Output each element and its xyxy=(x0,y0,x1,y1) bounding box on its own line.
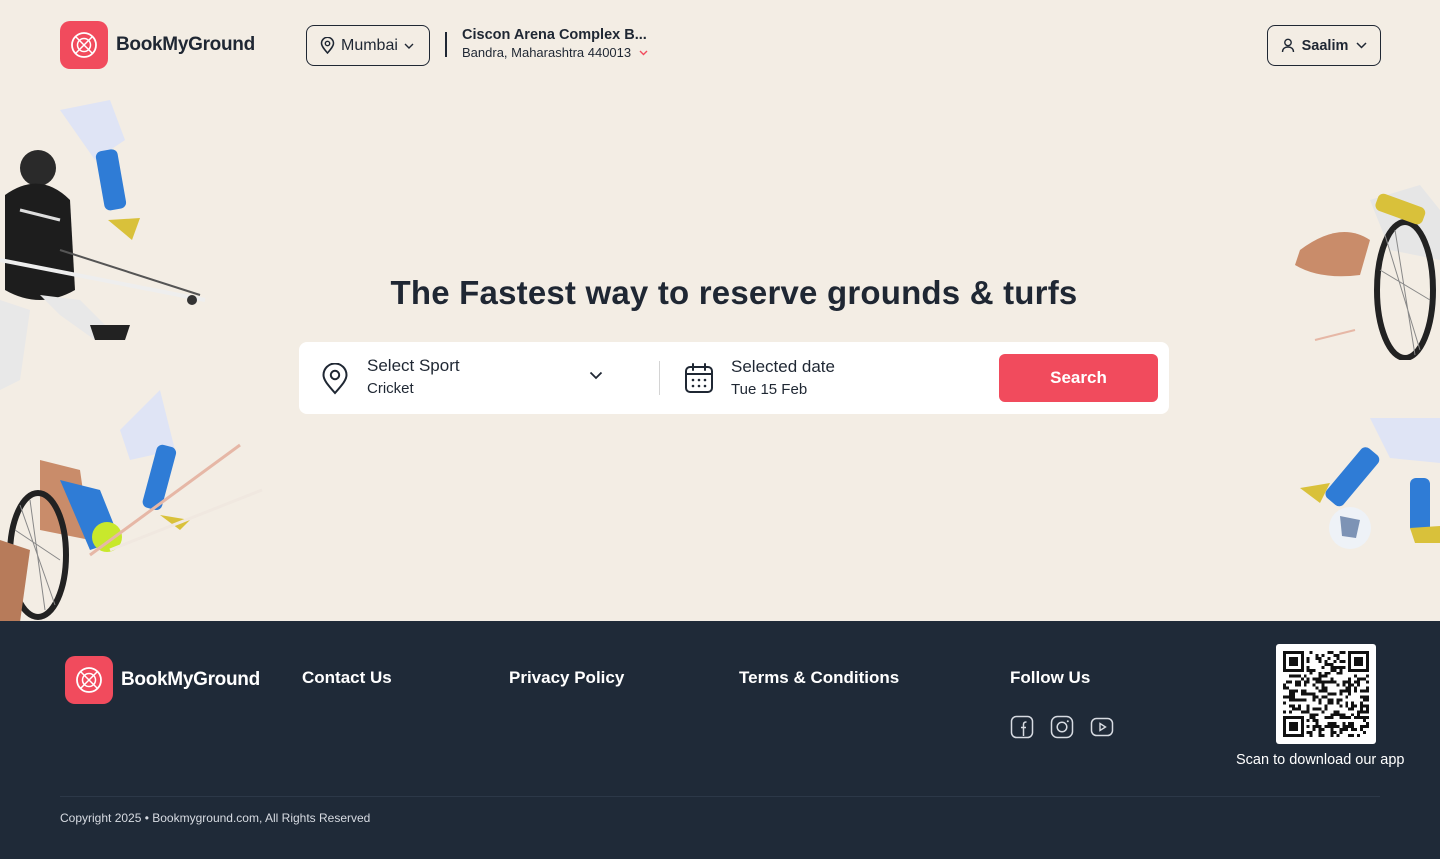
map-pin-icon xyxy=(320,37,335,54)
chevron-down-icon xyxy=(639,50,648,55)
youtube-icon[interactable] xyxy=(1090,715,1114,739)
date-label: Selected date xyxy=(731,357,835,376)
terms-conditions-link[interactable]: Terms & Conditions xyxy=(739,668,899,688)
football-player-illustration xyxy=(1300,418,1440,549)
user-menu-button[interactable]: Saalim xyxy=(1267,25,1381,66)
footer: BookMyGround Contact Us Privacy Policy T… xyxy=(0,621,1440,859)
chevron-down-icon xyxy=(1356,42,1367,49)
logo-mark-icon xyxy=(60,21,108,69)
footer-brand-name: BookMyGround xyxy=(121,669,260,690)
tennis-player-right-illustration xyxy=(1295,185,1440,360)
sport-label: Select Sport xyxy=(367,356,460,375)
sport-texts: Select Sport Cricket xyxy=(367,356,460,397)
hero-title: The Fastest way to reserve grounds & tur… xyxy=(390,274,1078,311)
venue-name: Ciscon Arena Complex B... xyxy=(462,27,647,43)
header-divider xyxy=(445,32,447,57)
chevron-down-icon xyxy=(589,371,603,380)
facebook-icon[interactable] xyxy=(1010,715,1034,739)
social-links xyxy=(1010,715,1114,739)
chevron-down-icon xyxy=(404,43,414,49)
date-value: Tue 15 Feb xyxy=(731,381,808,398)
sport-value: Cricket xyxy=(367,380,414,397)
venue-address: Bandra, Maharashtra 440013 xyxy=(462,45,632,60)
footer-brand-logo[interactable]: BookMyGround xyxy=(65,656,260,704)
user-icon xyxy=(1281,38,1294,53)
venue-address-row: Bandra, Maharashtra 440013 xyxy=(462,45,648,60)
search-card: Select Sport Cricket Selected date Tue 1… xyxy=(299,342,1169,414)
privacy-policy-link[interactable]: Privacy Policy xyxy=(509,668,624,688)
app-download-qr-code xyxy=(1276,644,1376,744)
sport-select[interactable]: Select Sport Cricket xyxy=(299,342,629,414)
qr-caption: Scan to download our app xyxy=(1236,752,1405,768)
hockey-player-illustration xyxy=(0,100,206,390)
copyright-text: Copyright 2025 • Bookmyground.com, All R… xyxy=(60,811,371,825)
city-label: Mumbai xyxy=(341,36,398,54)
user-name: Saalim xyxy=(1301,37,1349,54)
search-button[interactable]: Search xyxy=(999,354,1158,402)
date-texts: Selected date Tue 15 Feb xyxy=(731,357,835,398)
header: BookMyGround Mumbai Ciscon Arena Complex… xyxy=(0,0,1440,90)
contact-us-link[interactable]: Contact Us xyxy=(302,668,392,688)
date-picker[interactable]: Selected date Tue 15 Feb xyxy=(679,342,979,414)
calendar-icon xyxy=(685,363,713,393)
tennis-player-illustration xyxy=(0,390,263,622)
logo-mark-icon xyxy=(65,656,113,704)
brand-name: BookMyGround xyxy=(116,34,255,55)
search-divider xyxy=(659,361,660,395)
city-selector[interactable]: Mumbai xyxy=(306,25,430,66)
footer-divider xyxy=(60,796,1380,797)
map-pin-icon xyxy=(322,363,348,395)
venue-selector[interactable]: Ciscon Arena Complex B... Bandra, Mahara… xyxy=(462,27,648,60)
instagram-icon[interactable] xyxy=(1050,715,1074,739)
brand-logo[interactable]: BookMyGround xyxy=(60,21,255,69)
follow-us-heading: Follow Us xyxy=(1010,668,1091,687)
